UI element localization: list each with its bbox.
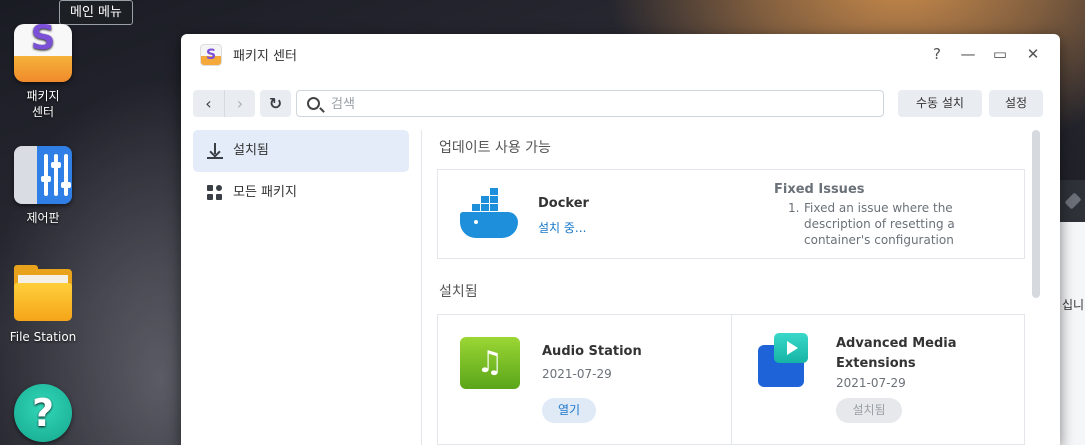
fixed-issue-number: 1.: [788, 201, 800, 215]
desktop-icon-package-center[interactable]: S 패키지 센터: [1, 21, 85, 120]
back-button[interactable]: ‹: [193, 90, 224, 117]
help-button[interactable]: ?: [925, 42, 949, 66]
desktop-icon-file-station[interactable]: File Station: [1, 265, 85, 345]
minimize-button[interactable]: —: [956, 42, 980, 66]
desktop-icon-label: File Station: [9, 330, 77, 344]
updates-section-title: 업데이트 사용 가능: [439, 140, 551, 156]
control-panel-icon: [14, 146, 72, 204]
forward-button[interactable]: ›: [224, 90, 255, 117]
advanced-media-extensions-icon: [758, 333, 810, 389]
package-date: 2021-07-29: [836, 376, 906, 390]
search-box: [296, 90, 884, 117]
package-card-advanced-media-extensions[interactable]: Advanced Media Extensions 2021-07-29 설치됨: [731, 314, 1025, 445]
audio-station-icon: ♫: [460, 337, 520, 389]
fixed-issue-text: Fixed an issue where the description of …: [804, 201, 955, 247]
package-name-line: Advanced Media: [836, 336, 957, 351]
maximize-button[interactable]: ▭: [988, 42, 1012, 66]
installed-button[interactable]: 설치됨: [836, 398, 902, 423]
background-window-text: 십니다: [1062, 298, 1085, 312]
desktop-icon-help[interactable]: ?: [1, 384, 85, 445]
install-status: 설치 중...: [538, 221, 587, 235]
desktop-icon-label: 센터: [31, 105, 55, 119]
close-button[interactable]: ✕: [1021, 42, 1045, 66]
search-input[interactable]: [331, 94, 871, 114]
sidebar-item-all-packages[interactable]: 모든 패키지: [193, 172, 409, 214]
package-center-icon: S: [200, 44, 222, 66]
refresh-button[interactable]: ↻: [260, 90, 291, 117]
package-name-line: Extensions: [836, 356, 916, 371]
package-name: Advanced Media Extensions: [836, 334, 957, 374]
package-center-window: S 패키지 센터 ? — ▭ ✕ ‹ › ↻ 수동 설치 설정 설치됨: [181, 34, 1060, 445]
folder-icon: [14, 265, 72, 323]
main-menu-tooltip: 메인 메뉴: [59, 0, 133, 25]
installed-section-title: 설치됨: [439, 284, 478, 300]
desktop-icon-label: 패키지: [26, 89, 60, 103]
package-name: Audio Station: [542, 344, 642, 359]
toolbar: ‹ › ↻ 수동 설치 설정: [193, 89, 1044, 119]
manual-install-button[interactable]: 수동 설치: [898, 90, 982, 117]
nav-group: ‹ ›: [193, 90, 255, 117]
search-icon: [307, 97, 320, 110]
sidebar-item-installed[interactable]: 설치됨: [193, 130, 409, 172]
window-title: 패키지 센터: [233, 49, 297, 64]
open-button[interactable]: 열기: [542, 398, 596, 423]
sidebar-item-label: 모든 패키지: [233, 185, 297, 200]
sidebar-item-label: 설치됨: [233, 143, 269, 158]
package-name: Docker: [538, 196, 589, 211]
desktop-icon-label: 제어판: [26, 211, 60, 225]
sidebar: 설치됨 모든 패키지: [193, 130, 409, 214]
update-card-docker[interactable]: Docker 설치 중... Fixed Issues 1. Fixed an …: [437, 169, 1025, 259]
package-date: 2021-07-29: [542, 367, 612, 381]
main-content: 업데이트 사용 가능 Docker 설치 중... Fixed Issues 1…: [421, 130, 1029, 445]
background-window: 십니다: [1060, 180, 1085, 445]
download-icon: [207, 143, 223, 159]
desktop-icon-control-panel[interactable]: 제어판: [1, 146, 85, 226]
settings-button[interactable]: 설정: [989, 90, 1043, 117]
docker-icon: [458, 188, 522, 240]
pin-icon[interactable]: [1064, 192, 1082, 210]
grid-icon: [207, 185, 223, 201]
help-icon: ?: [14, 384, 72, 442]
scrollbar[interactable]: [1032, 130, 1040, 298]
window-titlebar[interactable]: S 패키지 센터 ? — ▭ ✕: [181, 34, 1060, 74]
fixed-issues-title: Fixed Issues: [774, 182, 865, 197]
package-center-icon: S: [14, 21, 72, 82]
package-card-audio-station[interactable]: ♫ Audio Station 2021-07-29 열기: [437, 314, 732, 445]
